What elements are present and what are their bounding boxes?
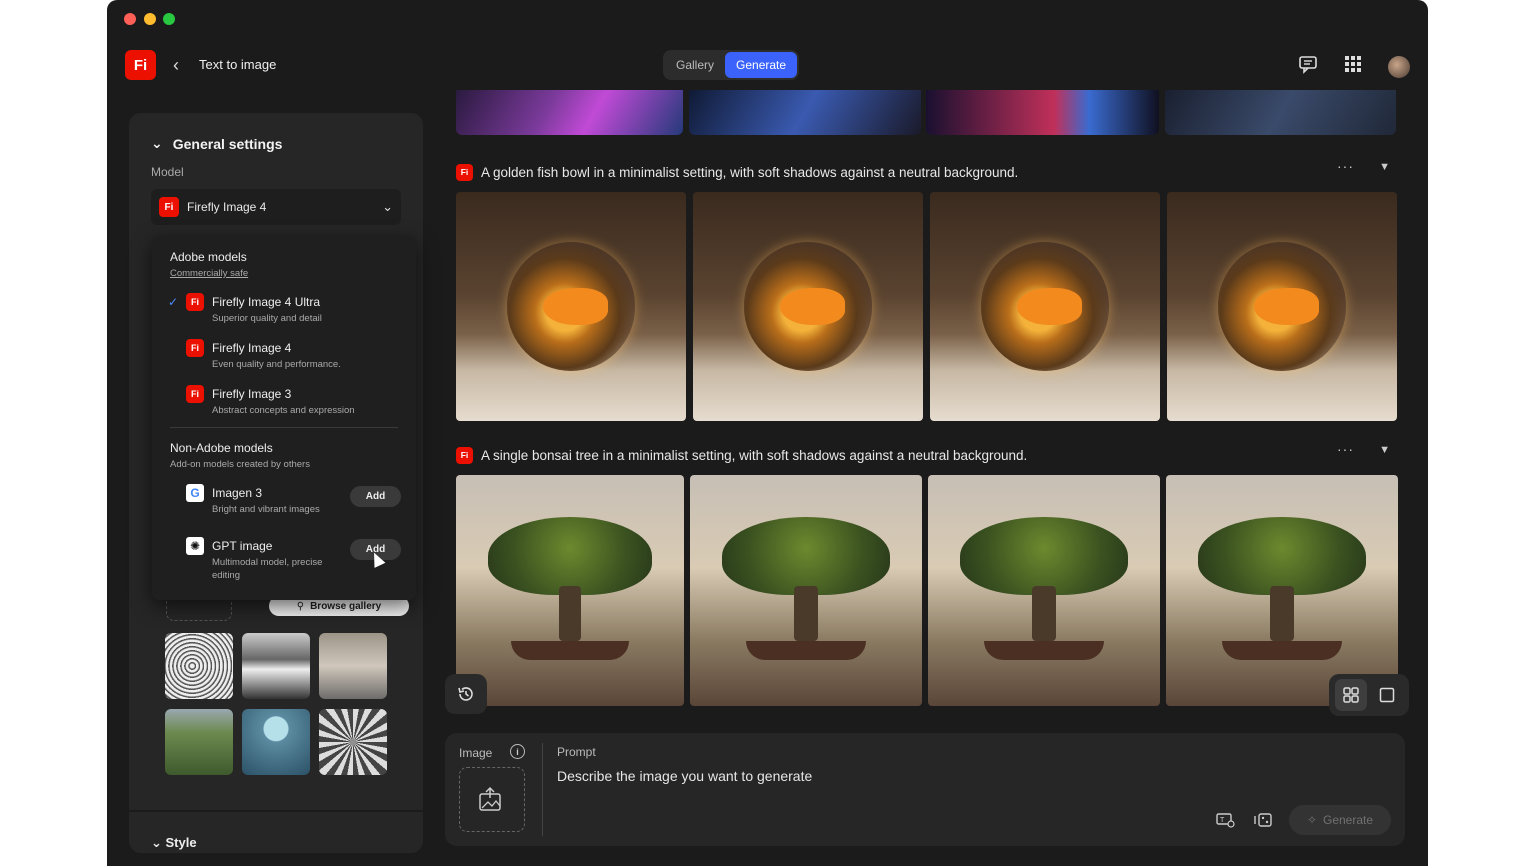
non-adobe-models-group: Non-Adobe models Add-on models created b…: [170, 441, 310, 470]
tab-gallery[interactable]: Gallery: [665, 52, 725, 78]
generated-image[interactable]: [456, 475, 684, 706]
image-label: Image: [459, 746, 493, 760]
header-actions: [1298, 54, 1410, 79]
firefly-icon: Fi: [456, 446, 473, 464]
binoculars-icon: ⚲: [296, 600, 305, 612]
generated-image[interactable]: [1167, 192, 1397, 421]
model-selected-value: Firefly Image 4: [187, 200, 267, 214]
firefly-icon: Fi: [456, 163, 473, 181]
zoom-window-button[interactable]: [163, 13, 175, 25]
generated-image[interactable]: [930, 192, 1160, 421]
divider: [170, 427, 398, 428]
checkmark-icon: ✓: [168, 295, 179, 309]
chevron-down-icon[interactable]: ▼: [1379, 161, 1390, 173]
history-icon: [458, 687, 473, 701]
generated-image[interactable]: [693, 192, 923, 421]
prompt-input[interactable]: Describe the image you want to generate: [557, 768, 812, 784]
style-thumbnail[interactable]: [242, 633, 310, 699]
sparkle-icon: ✧: [1306, 813, 1317, 827]
more-options-icon[interactable]: ···: [1337, 158, 1354, 174]
model-dropdown-menu: Adobe models Commercially safe ✓ Fi Fire…: [152, 236, 416, 600]
avatar[interactable]: [1388, 55, 1410, 78]
result-prompt: A golden fish bowl in a minimalist setti…: [481, 164, 1019, 180]
generated-image[interactable]: [690, 475, 922, 706]
chevron-down-icon: ⌄: [151, 135, 163, 151]
generated-image[interactable]: [1166, 475, 1398, 706]
app-header: Fi ‹ Text to image Gallery Generate: [107, 40, 1428, 90]
model-select[interactable]: Fi Firefly Image 4 ⌄: [151, 189, 401, 225]
tab-generate[interactable]: Generate: [725, 52, 798, 78]
prompt-suggestion-icon[interactable]: T: [1215, 811, 1235, 834]
firefly-icon: Fi: [186, 385, 204, 403]
add-imagen-button[interactable]: Add: [350, 486, 401, 507]
style-thumbnail[interactable]: [242, 709, 310, 775]
chevron-down-icon: ⌄: [382, 199, 393, 214]
app-window: Fi ‹ Text to image Gallery Generate ⌄ Ge…: [107, 0, 1428, 866]
style-thumbnail[interactable]: [319, 709, 387, 775]
apps-grid-icon[interactable]: [1344, 55, 1362, 78]
firefly-logo[interactable]: Fi: [125, 50, 156, 80]
generated-image[interactable]: [456, 90, 683, 135]
result-prompt: A single bonsai tree in a minimalist set…: [481, 447, 1028, 463]
info-icon[interactable]: i: [510, 744, 525, 759]
minimize-window-button[interactable]: [144, 13, 156, 25]
upload-image-icon: [479, 786, 501, 811]
back-arrow-icon[interactable]: ‹: [173, 55, 179, 76]
prompt-label: Prompt: [557, 745, 596, 759]
view-toggle: [1329, 674, 1409, 716]
comment-icon[interactable]: [1298, 54, 1318, 79]
mode-switcher: Gallery Generate: [663, 50, 800, 80]
adobe-models-group: Adobe models Commercially safe: [170, 250, 249, 279]
firefly-icon: Fi: [159, 197, 179, 217]
generated-image[interactable]: [928, 475, 1160, 706]
google-icon: G: [186, 484, 204, 502]
page-title: Text to image: [199, 57, 277, 72]
prompt-panel: Image i Prompt Describe the image you wa…: [445, 733, 1405, 846]
prompt-tools: T: [1215, 811, 1273, 834]
more-options-icon[interactable]: ···: [1337, 441, 1354, 457]
style-section-header[interactable]: ⌄ Style: [151, 835, 197, 851]
image-upload-button[interactable]: [459, 767, 525, 832]
title-bar: [107, 0, 1428, 40]
chevron-down-icon[interactable]: ▼: [1379, 444, 1390, 456]
result-header: Fi A single bonsai tree in a minimalist …: [456, 441, 1396, 465]
style-thumbnail[interactable]: [319, 633, 387, 699]
results-area: Fi A golden fish bowl in a minimalist se…: [445, 90, 1409, 866]
model-option-firefly-3[interactable]: Fi Firefly Image 3 Abstract concepts and…: [152, 385, 416, 425]
model-option-firefly-4-ultra[interactable]: ✓ Fi Firefly Image 4 Ultra Superior qual…: [152, 293, 416, 333]
result-header: Fi A golden fish bowl in a minimalist se…: [456, 158, 1396, 182]
style-thumbnail[interactable]: [165, 709, 233, 775]
randomize-icon[interactable]: [1253, 811, 1273, 834]
history-button[interactable]: [445, 674, 487, 714]
model-option-imagen-3[interactable]: G Imagen 3 Bright and vibrant images Add: [152, 484, 416, 524]
general-settings-header[interactable]: ⌄ General settings: [151, 135, 282, 152]
model-option-firefly-4[interactable]: Fi Firefly Image 4 Even quality and perf…: [152, 339, 416, 379]
divider: [129, 810, 423, 812]
model-label: Model: [151, 165, 184, 179]
style-thumbnails: [165, 633, 387, 775]
generated-image[interactable]: [1165, 90, 1396, 135]
commercially-safe-link[interactable]: Commercially safe: [170, 268, 248, 279]
generated-image[interactable]: [689, 90, 921, 135]
grid-view-icon[interactable]: [1335, 679, 1367, 711]
divider: [542, 743, 543, 836]
firefly-icon: Fi: [186, 339, 204, 357]
single-view-icon[interactable]: [1371, 679, 1403, 711]
svg-text:T: T: [1220, 817, 1225, 824]
generated-image[interactable]: [926, 90, 1159, 135]
close-window-button[interactable]: [124, 13, 136, 25]
firefly-icon: Fi: [186, 293, 204, 311]
generated-image[interactable]: [456, 192, 686, 421]
generate-button[interactable]: ✧ Generate: [1289, 805, 1391, 835]
openai-icon: ✺: [186, 537, 204, 555]
style-thumbnail[interactable]: [165, 633, 233, 699]
